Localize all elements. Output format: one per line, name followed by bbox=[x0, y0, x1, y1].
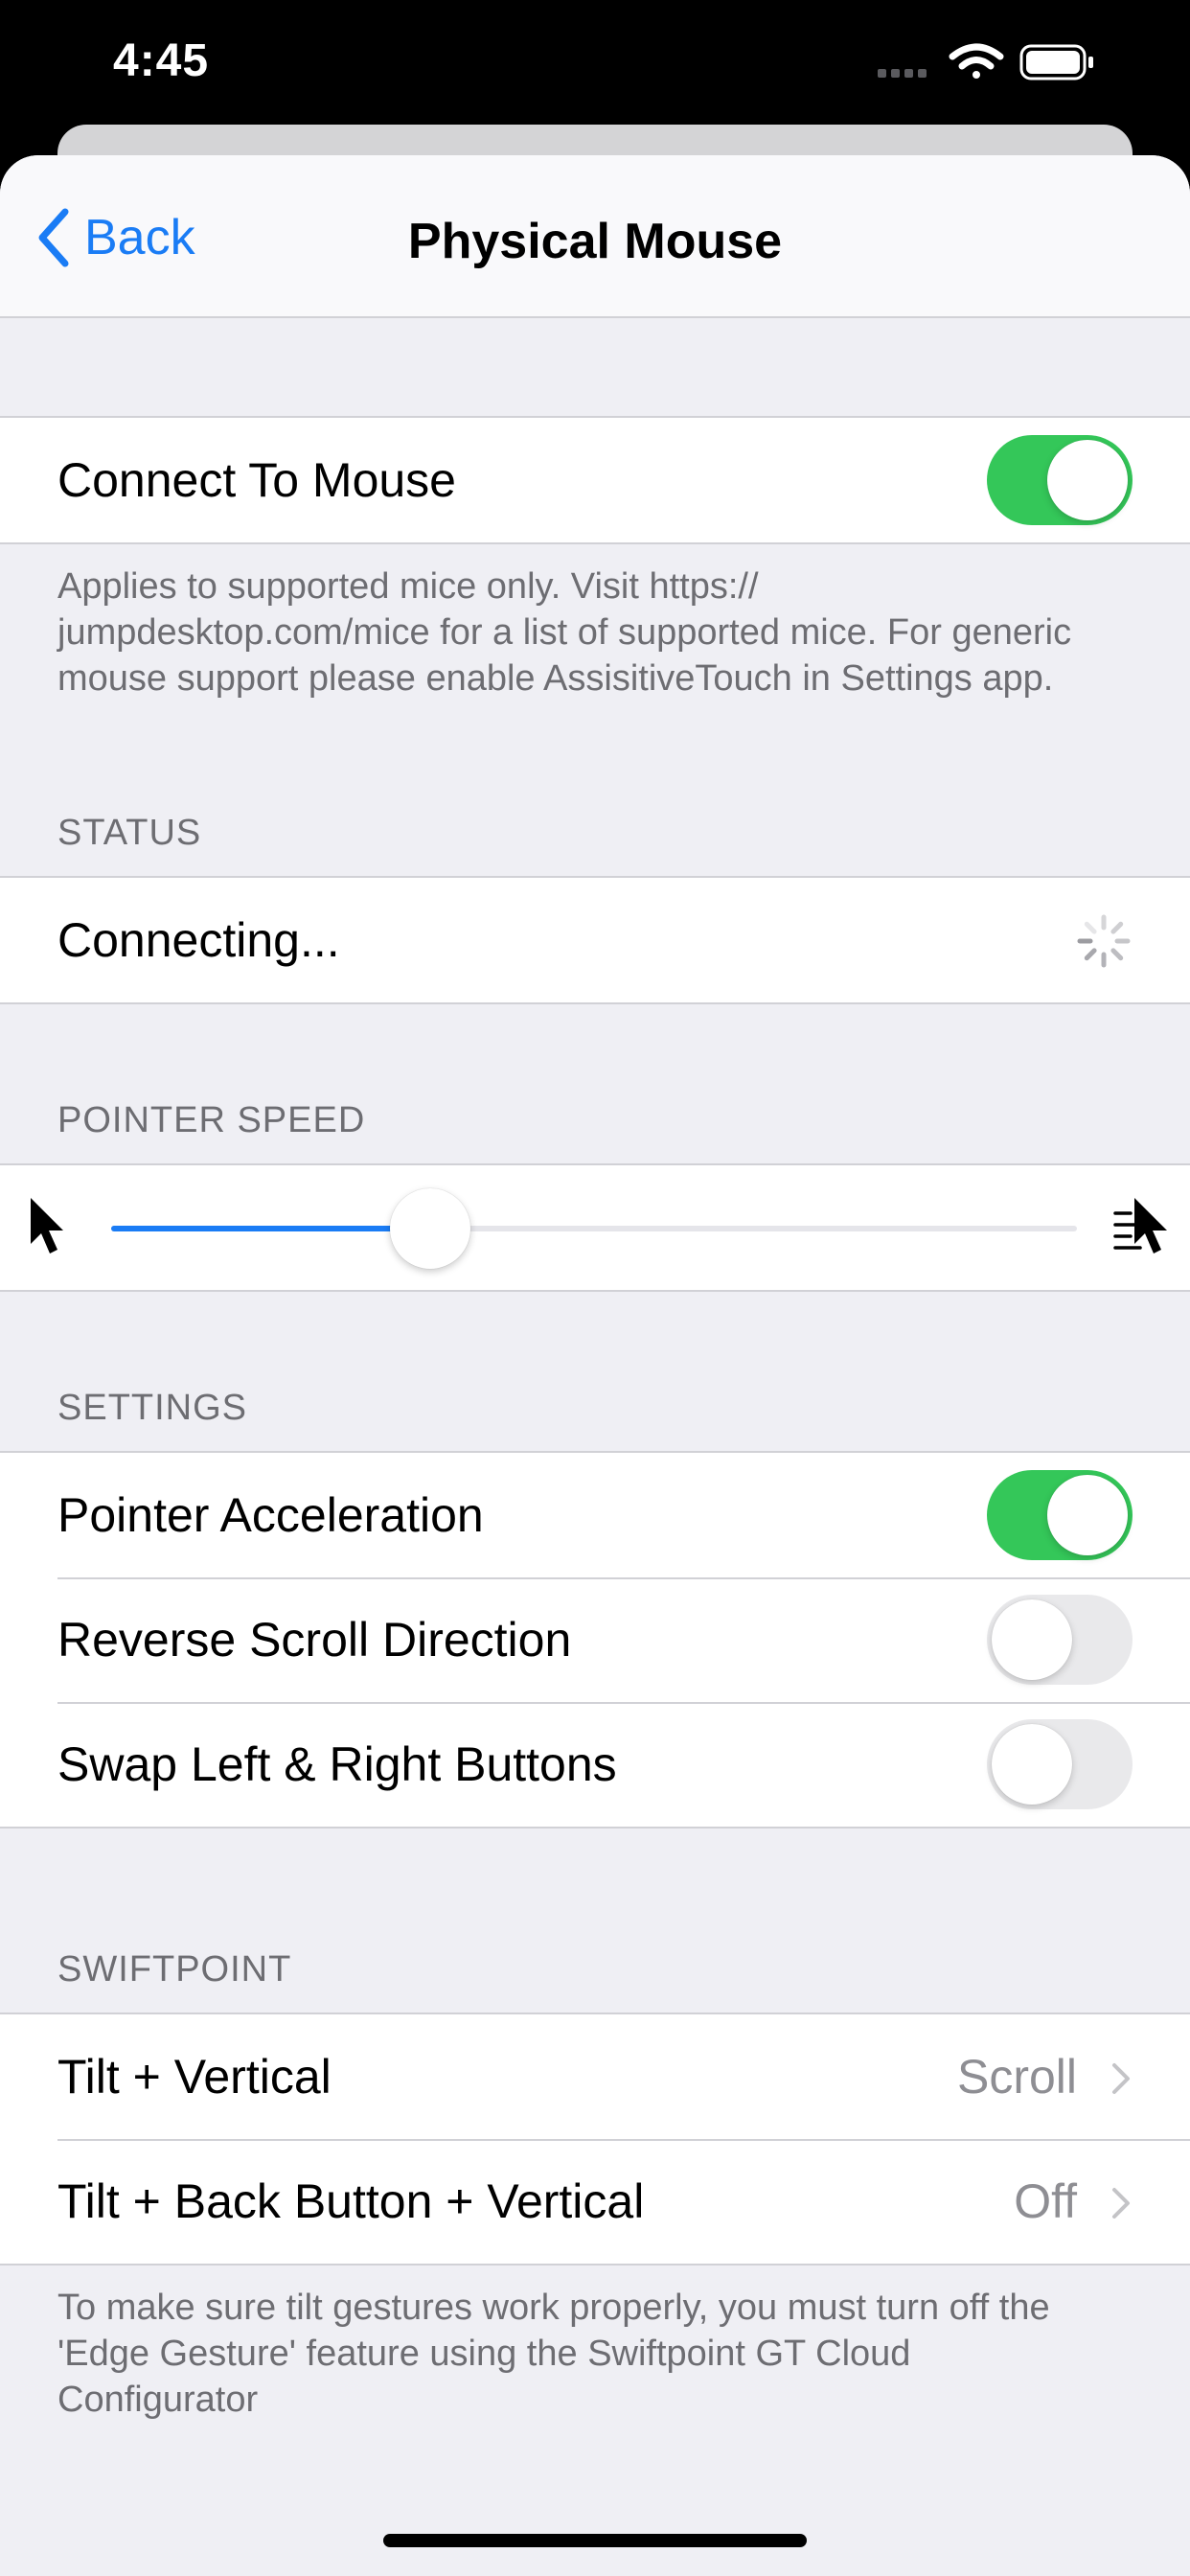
status-time: 4:45 bbox=[113, 35, 210, 86]
loading-spinner-icon bbox=[1077, 914, 1131, 968]
reverse-scroll-label: Reverse Scroll Direction bbox=[57, 1613, 572, 1667]
swiftpoint-group: Tilt + Vertical Scroll Tilt + Back Butto… bbox=[0, 2012, 1190, 2266]
navigation-bar: Back Physical Mouse bbox=[0, 155, 1190, 318]
status-bar: 4:45 bbox=[0, 0, 1190, 134]
pointer-speed-row bbox=[0, 1165, 1190, 1290]
toggle-knob bbox=[992, 1599, 1072, 1680]
pointer-acceleration-row: Pointer Acceleration bbox=[0, 1453, 1190, 1577]
tilt-vertical-row[interactable]: Tilt + Vertical Scroll bbox=[0, 2014, 1190, 2139]
pointer-speed-header: POINTER SPEED bbox=[57, 1100, 366, 1140]
tilt-back-vertical-label: Tilt + Back Button + Vertical bbox=[57, 2174, 645, 2228]
chevron-right-icon bbox=[1112, 2063, 1130, 2094]
settings-header: SETTINGS bbox=[57, 1388, 248, 1428]
status-row: Connecting... bbox=[0, 878, 1190, 1002]
page-title: Physical Mouse bbox=[407, 214, 783, 269]
connect-to-mouse-toggle[interactable] bbox=[987, 435, 1133, 525]
cellular-signal-icon bbox=[878, 69, 927, 78]
pointer-acceleration-toggle[interactable] bbox=[987, 1470, 1133, 1560]
battery-icon bbox=[1019, 44, 1093, 80]
toggle-knob bbox=[1047, 1475, 1128, 1555]
status-text: Connecting... bbox=[57, 913, 340, 967]
swiftpoint-header: SWIFTPOINT bbox=[57, 1949, 292, 1990]
wifi-icon bbox=[949, 43, 1004, 79]
slow-cursor-icon bbox=[31, 1198, 63, 1254]
tilt-back-vertical-value: Off bbox=[1014, 2174, 1077, 2228]
swiftpoint-footer: To make sure tilt gestures work properly… bbox=[57, 2288, 1050, 2420]
status-icons bbox=[878, 43, 1093, 80]
connect-to-mouse-row: Connect To Mouse bbox=[0, 418, 1190, 542]
toggle-knob bbox=[992, 1724, 1072, 1805]
chevron-right-icon bbox=[1112, 2188, 1130, 2219]
swap-buttons-row: Swap Left & Right Buttons bbox=[0, 1702, 1190, 1827]
status-group: Connecting... bbox=[0, 876, 1190, 1004]
connect-group: Connect To Mouse bbox=[0, 416, 1190, 544]
pointer-speed-group bbox=[0, 1163, 1190, 1292]
status-header: STATUS bbox=[57, 813, 202, 853]
tilt-back-vertical-row[interactable]: Tilt + Back Button + Vertical Off bbox=[0, 2139, 1190, 2264]
tilt-vertical-value: Scroll bbox=[956, 2050, 1077, 2104]
tilt-vertical-label: Tilt + Vertical bbox=[57, 2050, 332, 2104]
fast-cursor-icon bbox=[1113, 1198, 1167, 1254]
connect-to-mouse-label: Connect To Mouse bbox=[57, 453, 456, 507]
reverse-scroll-row: Reverse Scroll Direction bbox=[0, 1577, 1190, 1702]
settings-group: Pointer Acceleration Reverse Scroll Dire… bbox=[0, 1451, 1190, 1828]
swap-buttons-toggle[interactable] bbox=[987, 1719, 1133, 1809]
settings-sheet: Back Physical Mouse Connect To Mouse App… bbox=[0, 155, 1190, 2576]
slider-thumb[interactable] bbox=[389, 1188, 470, 1269]
connect-footer: Applies to supported mice only. Visit ht… bbox=[57, 566, 1072, 699]
swap-buttons-label: Swap Left & Right Buttons bbox=[57, 1737, 617, 1791]
slider-fill bbox=[111, 1226, 430, 1231]
toggle-knob bbox=[1047, 440, 1128, 520]
reverse-scroll-toggle[interactable] bbox=[987, 1595, 1133, 1685]
home-indicator bbox=[383, 2534, 807, 2547]
pointer-acceleration-label: Pointer Acceleration bbox=[57, 1488, 484, 1542]
pointer-speed-slider[interactable] bbox=[111, 1226, 1077, 1231]
